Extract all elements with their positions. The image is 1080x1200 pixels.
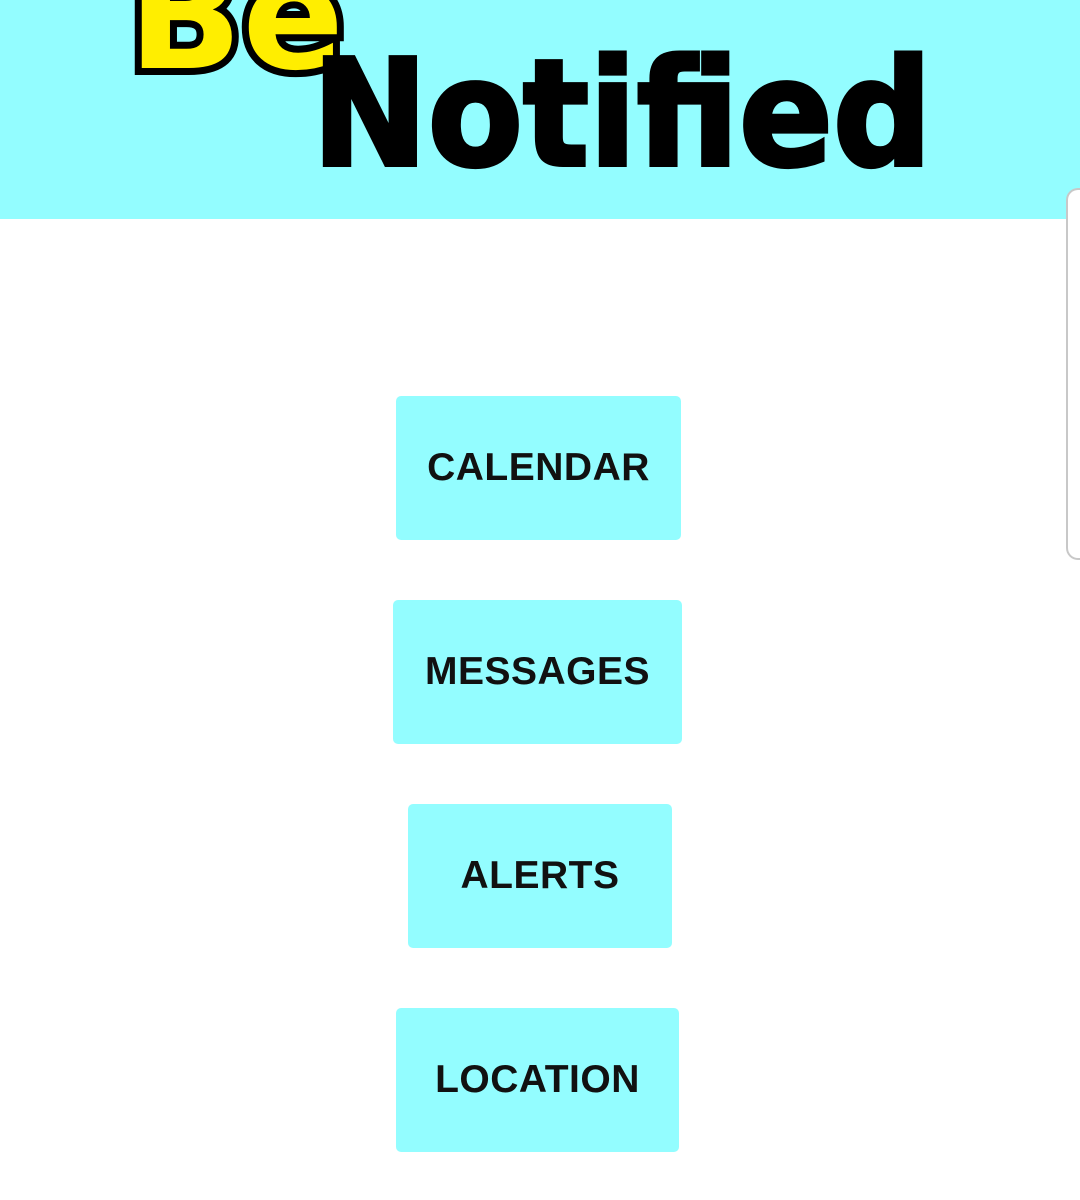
app-header: Be Notified xyxy=(0,0,1080,219)
messages-button[interactable]: MESSAGES xyxy=(393,600,682,744)
logo-word: Notified xyxy=(312,28,932,200)
edge-panel-handle[interactable] xyxy=(1066,188,1080,560)
location-button[interactable]: LOCATION xyxy=(396,1008,679,1152)
calendar-button[interactable]: CALENDAR xyxy=(396,396,681,540)
app-logo: Be Notified xyxy=(121,0,934,202)
alerts-button[interactable]: ALERTS xyxy=(408,804,672,948)
